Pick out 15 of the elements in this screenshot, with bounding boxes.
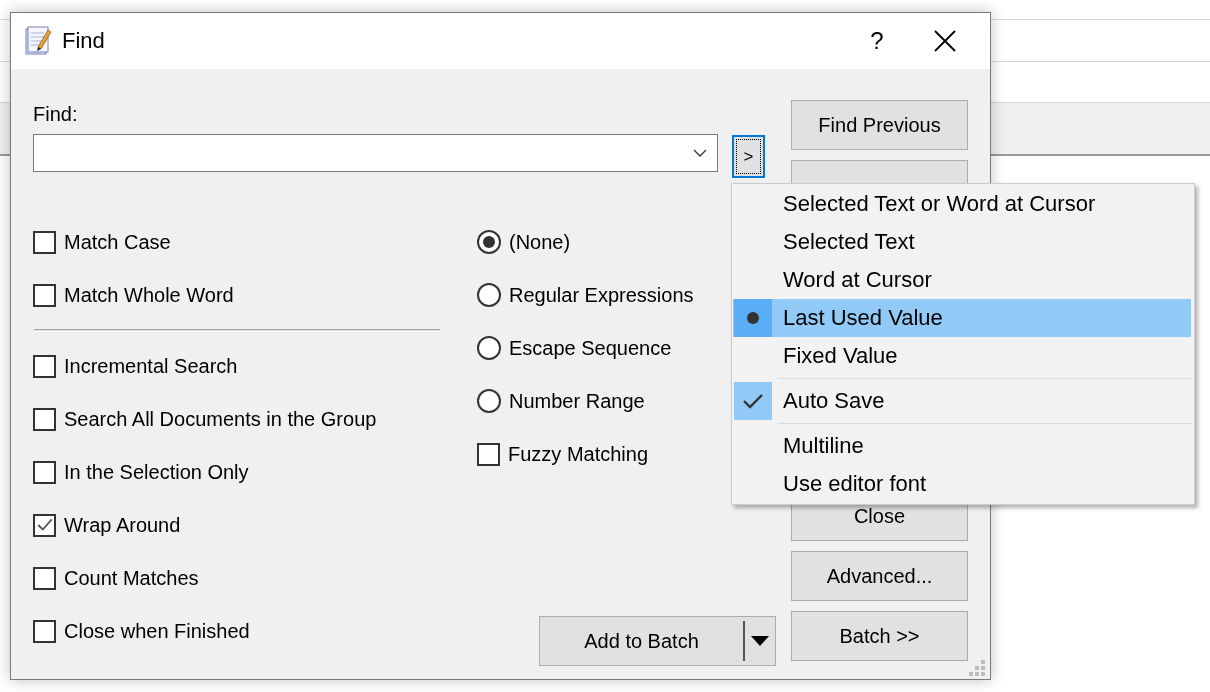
checkbox-label: Search All Documents in the Group: [64, 407, 377, 431]
checkbox-label: In the Selection Only: [64, 460, 249, 484]
checkbox-label: Match Whole Word: [64, 283, 234, 307]
radio-label: (None): [509, 230, 571, 254]
checkbox-label: Close when Finished: [64, 619, 250, 643]
find-label: Find:: [33, 103, 78, 126]
checkbox-label: Count Matches: [64, 566, 199, 590]
radio-label: Number Range: [509, 389, 645, 413]
checkbox-label: Fuzzy Matching: [508, 442, 649, 466]
checkbox-label: Incremental Search: [64, 354, 238, 378]
checkbox-label: Match Case: [64, 230, 171, 254]
radio-label: Regular Expressions: [509, 283, 694, 307]
radio-label: Escape Sequence: [509, 336, 672, 360]
window-title: Find: [62, 28, 106, 54]
checkbox-label: Wrap Around: [64, 513, 181, 537]
